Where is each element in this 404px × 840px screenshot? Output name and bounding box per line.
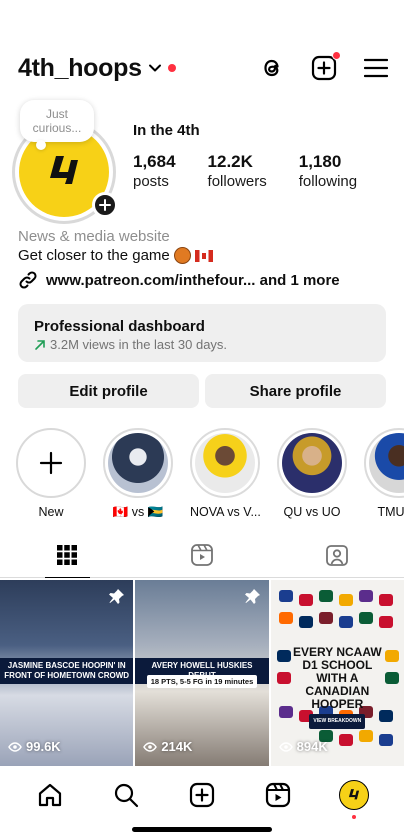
chevron-down-icon[interactable] [148,61,162,75]
tab-reels[interactable] [135,532,270,577]
basketball-icon [173,247,191,264]
post-thumbnail[interactable]: AVERY HOWELL HUSKIES DEBUT 18 PTS, 5-5 F… [135,580,269,766]
highlight-item[interactable]: NOVA vs V... [190,428,260,520]
profile-tabs [0,532,404,578]
add-icon [189,782,215,808]
view-count: 99.6K [8,739,61,754]
tab-tagged[interactable] [269,532,404,577]
nav-create[interactable] [187,780,217,810]
eye-icon [278,741,293,752]
profile-header: 4th_hoops [18,48,390,88]
stat-following[interactable]: 1,180 following [299,152,357,192]
add-story-button[interactable] [92,192,118,218]
header-actions [258,51,390,82]
profile-stats: 1,684 posts 12.2K followers 1,180 follow… [133,152,389,192]
dashboard-subtitle: 3.2M views in the last 30 days. [34,337,370,352]
eye-icon [143,741,158,752]
pin-icon [109,589,125,604]
highlight-item[interactable]: 🇨🇦 vs 🇧🇸 [103,428,173,520]
stat-posts[interactable]: 1,684 posts [133,152,176,192]
search-icon [114,783,139,808]
link-icon [19,271,37,289]
profile-bio: Get closer to the game [18,247,213,264]
home-indicator [132,827,272,832]
profile-category: News & media website [18,228,170,245]
view-count: 214K [143,739,192,754]
plus-icon [21,433,81,493]
post-badge: VIEW BREAKDOWN [309,714,366,729]
grid-icon [57,544,78,565]
eye-icon [8,741,22,752]
view-count: 894K [278,739,328,754]
professional-dashboard[interactable]: Professional dashboard 3.2M views in the… [18,304,386,362]
nav-home[interactable] [35,780,65,810]
threads-icon[interactable] [258,54,286,82]
link-text: www.patreon.com/inthefour... and 1 more [46,271,340,289]
home-icon [38,783,62,807]
trend-up-icon [35,339,45,350]
share-profile-button[interactable]: Share profile [205,374,386,408]
highlight-item[interactable]: QU vs UO [277,428,347,520]
bio-text: Get closer to the game [18,247,170,264]
reels-icon [265,782,291,808]
username[interactable]: 4th_hoops [18,54,142,83]
post-subcaption: 18 PTS, 5-5 FG in 19 minutes [147,675,257,688]
tagged-icon [325,544,348,566]
canada-flag-icon [194,249,213,262]
highlight-new[interactable]: New [16,428,86,520]
nav-search[interactable] [111,780,141,810]
notification-dot [167,64,176,72]
reels-icon [191,543,213,566]
posts-grid: JASMINE BASCOE HOOPIN' IN FRONT OF HOMET… [0,580,404,766]
post-caption: JASMINE BASCOE HOOPIN' IN FRONT OF HOMET… [0,658,134,684]
tab-posts-grid[interactable] [0,532,135,578]
nav-reels[interactable] [263,780,293,810]
profile-actions: Edit profile Share profile [18,374,386,408]
dashboard-title: Professional dashboard [34,318,205,335]
profile-notification-dot [352,815,356,819]
create-notification-dot [332,51,341,60]
pin-icon [244,589,260,604]
create-post-icon[interactable] [310,51,341,82]
post-caption: EVERY NCAAW D1 SCHOOL WITH A CANADIAN HO… [290,640,384,729]
highlight-item[interactable]: TMU vs [364,428,404,520]
post-thumbnail[interactable]: EVERY NCAAW D1 SCHOOL WITH A CANADIAN HO… [270,580,404,766]
post-thumbnail[interactable]: JASMINE BASCOE HOOPIN' IN FRONT OF HOMET… [0,580,134,766]
profile-note[interactable]: Just curious... [20,100,94,150]
bottom-navigation [0,766,404,840]
profile-avatar-small [339,780,369,810]
story-highlights: New 🇨🇦 vs 🇧🇸 NOVA vs V... QU vs UO TMU v… [16,428,404,520]
nav-profile[interactable] [339,780,369,819]
edit-profile-button[interactable]: Edit profile [18,374,199,408]
display-name: In the 4th [133,122,200,139]
profile-link[interactable]: www.patreon.com/inthefour... and 1 more [18,270,340,290]
stat-followers[interactable]: 12.2K followers [208,152,267,192]
menu-icon[interactable] [362,54,390,82]
